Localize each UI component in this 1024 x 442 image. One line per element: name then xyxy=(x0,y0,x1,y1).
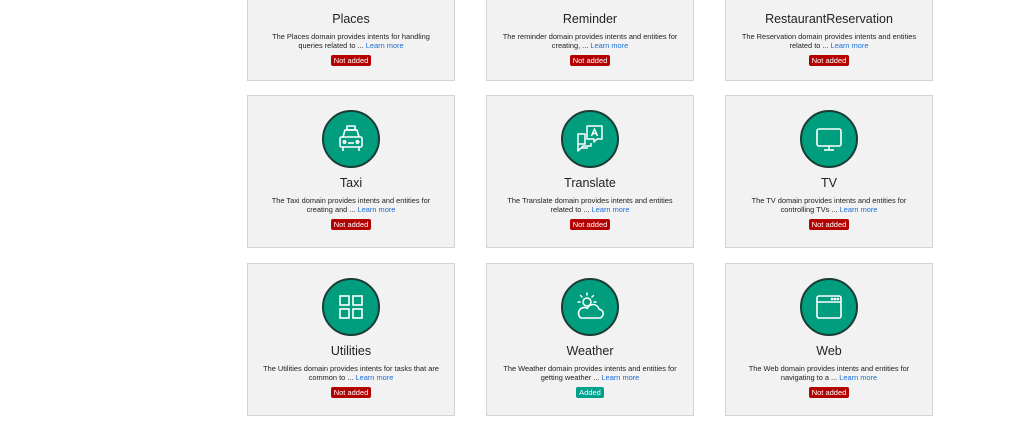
weather-icon xyxy=(561,278,619,336)
learn-more-link[interactable]: Learn more xyxy=(358,205,396,214)
card-description: The reminder domain provides intents and… xyxy=(502,32,678,50)
status-badge: Not added xyxy=(330,219,372,230)
card-title: Translate xyxy=(564,176,616,190)
domain-card-utilities[interactable]: Utilities The Utilities domain provides … xyxy=(247,263,455,416)
card-title: Weather xyxy=(566,344,614,358)
status-badge: Not added xyxy=(808,387,850,398)
domain-card-reminder[interactable]: Reminder The reminder domain provides in… xyxy=(486,0,694,81)
learn-more-link[interactable]: Learn more xyxy=(592,205,630,214)
card-title: Places xyxy=(332,12,370,26)
tv-icon xyxy=(800,110,858,168)
card-description: The Web domain provides intents and enti… xyxy=(748,364,910,382)
status-badge: Not added xyxy=(330,55,372,66)
translate-icon xyxy=(561,110,619,168)
learn-more-link[interactable]: Learn more xyxy=(831,41,869,50)
card-title: TV xyxy=(821,176,837,190)
domain-card-tv[interactable]: TV The TV domain provides intents and en… xyxy=(725,95,933,248)
learn-more-link[interactable]: Learn more xyxy=(590,41,628,50)
card-description: The Places domain provides intents for h… xyxy=(272,32,430,50)
domain-card-places[interactable]: Places The Places domain provides intent… xyxy=(247,0,455,81)
card-description: The Weather domain provides intents and … xyxy=(503,364,677,382)
card-description: The Taxi domain provides intents and ent… xyxy=(271,196,431,214)
learn-more-link[interactable]: Learn more xyxy=(839,373,877,382)
card-description: The TV domain provides intents and entit… xyxy=(751,196,907,214)
status-badge: Not added xyxy=(330,387,372,398)
taxi-icon xyxy=(322,110,380,168)
domain-card-web[interactable]: Web The Web domain provides intents and … xyxy=(725,263,933,416)
web-icon xyxy=(800,278,858,336)
domain-card-taxi[interactable]: Taxi The Taxi domain provides intents an… xyxy=(247,95,455,248)
card-description: The Translate domain provides intents an… xyxy=(507,196,673,214)
learn-more-link[interactable]: Learn more xyxy=(356,373,394,382)
learn-more-link[interactable]: Learn more xyxy=(366,41,404,50)
status-badge: Not added xyxy=(808,219,850,230)
learn-more-link[interactable]: Learn more xyxy=(840,205,878,214)
status-badge: Not added xyxy=(569,55,611,66)
card-title: RestaurantReservation xyxy=(765,12,893,26)
status-badge: Not added xyxy=(808,55,850,66)
domain-card-weather[interactable]: Weather The Weather domain provides inte… xyxy=(486,263,694,416)
card-description: The Utilities domain provides intents fo… xyxy=(263,364,439,382)
card-title: Utilities xyxy=(330,344,372,358)
status-badge: Not added xyxy=(569,219,611,230)
card-description: The Reservation domain provides intents … xyxy=(741,32,917,50)
card-title: Taxi xyxy=(339,176,363,190)
grid-icon xyxy=(322,278,380,336)
domain-card-translate[interactable]: Translate The Translate domain provides … xyxy=(486,95,694,248)
domain-card-restaurant-reservation[interactable]: RestaurantReservation The Reservation do… xyxy=(725,0,933,81)
status-badge: Added xyxy=(576,387,604,398)
learn-more-link[interactable]: Learn more xyxy=(602,373,640,382)
card-title: Reminder xyxy=(562,12,618,26)
card-title: Web xyxy=(816,344,842,358)
